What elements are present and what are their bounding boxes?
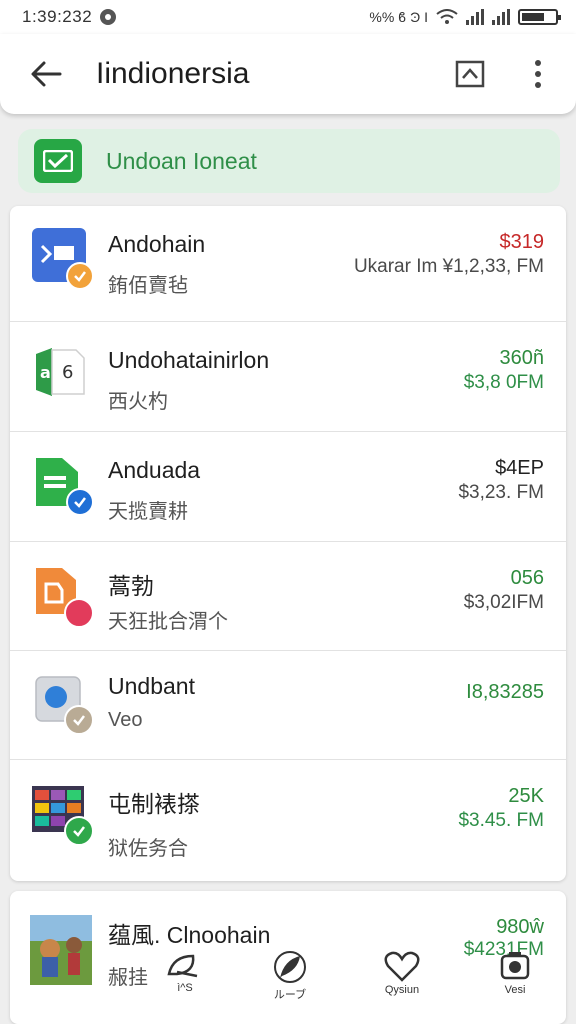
app-green-file-icon	[32, 454, 94, 516]
banner-label: Undoan Ioneat	[106, 147, 257, 174]
game-thumbnail-icon	[30, 915, 92, 985]
nav-item-3[interactable]: Qysiun	[357, 950, 447, 1010]
item-amount: 360ñ	[499, 347, 545, 369]
item-title: Andohain	[108, 231, 206, 257]
item-amount: I8,83285	[466, 681, 544, 703]
check-envelope-icon	[34, 139, 82, 183]
blue-check-badge	[66, 488, 94, 516]
item-amount: $4EP	[495, 457, 544, 479]
item-title: Undohatainirlon	[108, 347, 270, 373]
item-amount: 25K	[508, 785, 544, 807]
item-title: 蒿勃	[108, 573, 154, 599]
more-vert-button[interactable]	[518, 54, 558, 94]
nav-item-2[interactable]: ルーブ	[245, 950, 335, 1010]
nav-label: Vesi	[504, 984, 526, 996]
item-title: 蕴風. Clnoohain	[108, 922, 271, 948]
nav-item-4[interactable]: Vesi	[470, 950, 560, 1010]
item-time: $3,23. FM	[458, 482, 544, 503]
expand-icon	[455, 60, 485, 88]
item-amount: $319	[499, 231, 545, 253]
list-item[interactable]: a6 Undohatainirlon 西火杓 360ñ $3,8 0FM	[10, 321, 566, 431]
status-bar: 1:39:232 %% ϐ Ͽ I	[0, 0, 576, 34]
nav-label: ルーブ	[273, 989, 307, 1001]
list-item[interactable]: Anduada 天揽賣耕 $4EP $3,23. FM	[10, 431, 566, 541]
item-subtitle: Veo	[108, 709, 143, 731]
item-subtitle: 銪佰賣毡	[108, 275, 188, 297]
app-green-doc-icon: a6	[32, 344, 88, 400]
signal-icon	[466, 9, 484, 25]
settings-dot-icon	[100, 9, 117, 25]
app-orange-icon	[32, 564, 94, 628]
page-title: Iindionersia	[96, 57, 250, 90]
heart-icon	[384, 951, 420, 982]
nav-item-1[interactable]: ì^S	[140, 950, 230, 1010]
feather-icon	[274, 951, 306, 983]
item-amount: 056	[510, 567, 544, 589]
more-vert-icon	[535, 60, 541, 66]
item-amount: 980ŵ	[496, 916, 544, 938]
app-photo-grid-icon	[32, 782, 94, 846]
app-bar: Iindionersia	[0, 34, 576, 114]
item-time: $3,02IFM	[463, 592, 544, 613]
item-subtitle: 天狂批合渭个	[108, 611, 228, 633]
bottom-nav: ì^S ルーブ Qysiun Vesi	[140, 950, 560, 1010]
item-subtitle: 狱佐务合	[108, 838, 188, 860]
list-item[interactable]: Undbant Veo I8,83285	[10, 650, 566, 760]
signal-icon-2	[492, 9, 510, 25]
item-title: Anduada	[108, 457, 201, 483]
transaction-list: Andohain 銪佰賣毡 $319 Ukarar Im ¥1,2,33, FM…	[10, 206, 566, 881]
app-blue-icon	[32, 228, 94, 290]
status-indicators: %% ϐ Ͽ I	[369, 9, 561, 25]
app-grey-icon	[32, 673, 94, 735]
green-check-badge	[64, 816, 94, 846]
expand-button[interactable]	[450, 54, 490, 94]
nav-label: Qysiun	[384, 984, 420, 996]
list-item[interactable]: 屯制裱搽 狱佐务合 25K $3.45. FM	[10, 759, 566, 869]
back-button[interactable]	[24, 52, 68, 96]
status-indicator-text: %% ϐ Ͽ I	[369, 9, 428, 25]
red-dot-badge	[64, 598, 94, 628]
wifi-icon	[436, 9, 458, 24]
battery-level	[522, 13, 544, 21]
list-item[interactable]: 蒿勃 天狂批合渭个 056 $3,02IFM	[10, 541, 566, 651]
item-title: Undbant	[108, 673, 195, 699]
status-banner[interactable]: Undoan Ioneat	[18, 129, 560, 193]
svg-text:6: 6	[62, 362, 73, 383]
svg-text:a: a	[40, 363, 51, 382]
item-time: $3,8 0FM	[463, 372, 544, 393]
battery-icon	[518, 9, 561, 25]
orange-check-badge	[66, 262, 94, 290]
item-time: Ukarar Im ¥1,2,33, FM	[353, 256, 544, 277]
item-time: $3.45. FM	[458, 810, 544, 831]
item-title: 屯制裱搽	[108, 791, 200, 817]
grey-check-badge	[64, 705, 94, 735]
leaf-icon	[167, 954, 198, 978]
status-time: 1:39:232	[22, 7, 93, 26]
more-vert-dot	[535, 71, 541, 77]
back-arrow-icon	[31, 61, 62, 87]
more-vert-dot	[535, 82, 541, 88]
list-item[interactable]: Andohain 銪佰賣毡 $319 Ukarar Im ¥1,2,33, FM	[10, 206, 566, 316]
nav-label: ì^S	[177, 982, 193, 994]
item-subtitle: 天揽賣耕	[108, 501, 188, 523]
item-subtitle: 西火杓	[108, 391, 168, 413]
camera-icon	[500, 952, 530, 980]
